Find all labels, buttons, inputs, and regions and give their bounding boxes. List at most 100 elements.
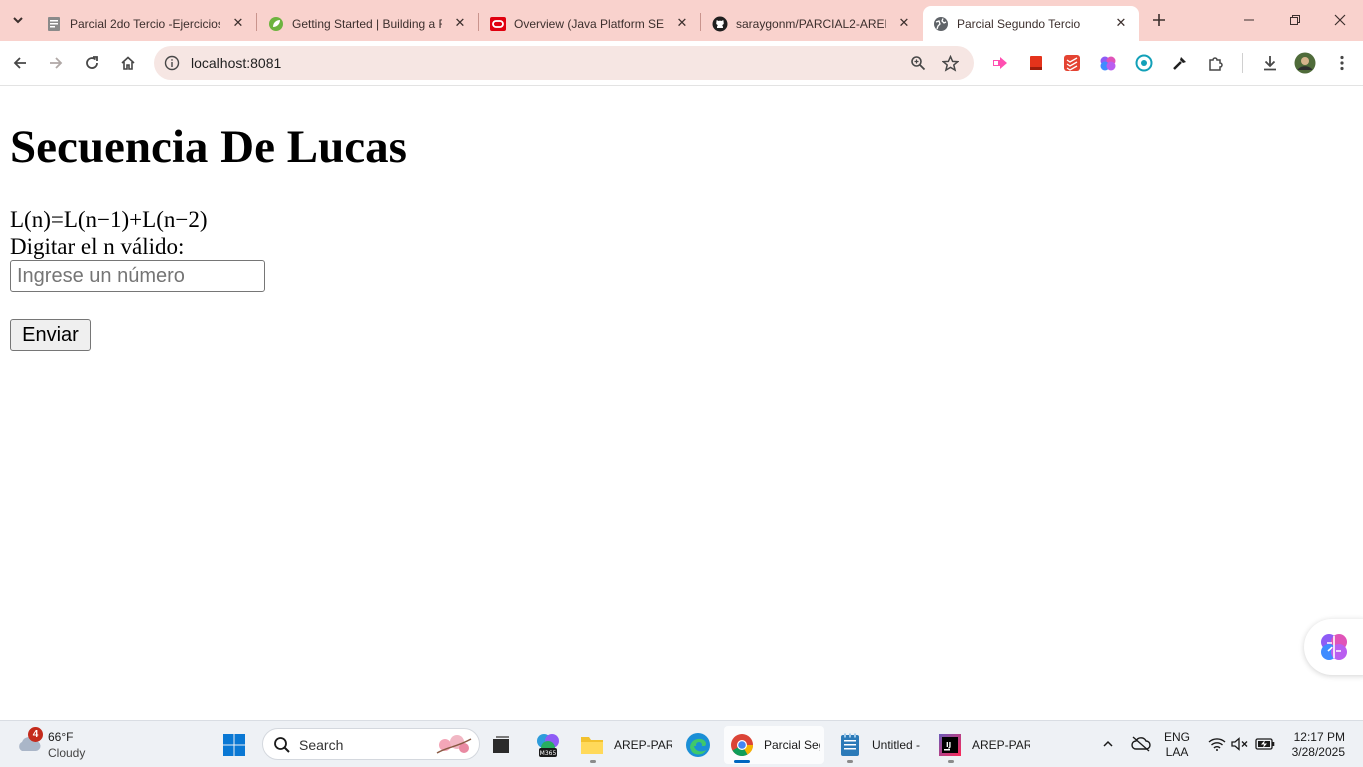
taskbar-app-label: AREP-PAR <box>972 738 1030 752</box>
globe-icon <box>933 16 949 32</box>
menu-kebab-icon[interactable] <box>1332 53 1352 73</box>
system-clock[interactable]: 12:17 PM 3/28/2025 <box>1285 730 1345 760</box>
tab-title: Parcial Segundo Tercio <box>957 16 1081 31</box>
web-page: Secuencia De Lucas L(n)=L(n−1)+L(n−2) Di… <box>0 87 1363 720</box>
home-icon <box>121 56 135 70</box>
taskbar-app-file-explorer[interactable]: AREP-PAR <box>580 726 672 764</box>
address-text[interactable]: localhost:8081 <box>191 55 281 71</box>
tab-parcial-segundo-tercio[interactable]: Parcial Segundo Tercio ✕ <box>923 6 1139 41</box>
taskbar-app-m365[interactable]: M365 <box>535 726 565 764</box>
clock-time: 12:17 PM <box>1293 730 1345 744</box>
close-icon[interactable]: ✕ <box>674 15 690 31</box>
language-code: ENG <box>1164 730 1191 744</box>
close-icon <box>1334 14 1346 26</box>
wifi-icon <box>1208 738 1226 751</box>
download-icon[interactable] <box>1260 53 1280 73</box>
zoom-icon[interactable] <box>908 53 928 73</box>
active-indicator <box>734 760 750 763</box>
reload-icon <box>86 56 98 69</box>
notification-badge: 4 <box>28 727 43 742</box>
bookmark-star-icon[interactable] <box>940 53 960 73</box>
input-label: Digitar el n válido: <box>10 234 185 259</box>
task-view-icon <box>493 736 509 753</box>
close-icon[interactable]: ✕ <box>452 15 468 31</box>
tab-parcial-2do-tercio[interactable]: Parcial 2do Tercio -Ejercicios ✕ <box>36 6 256 41</box>
reload-button[interactable] <box>78 49 106 77</box>
tab-search-button[interactable] <box>6 8 30 32</box>
notepad-icon <box>838 733 862 757</box>
restore-button[interactable] <box>1272 0 1318 40</box>
tab-github-repo[interactable]: saraygonm/PARCIAL2-AREP ✕ <box>702 6 922 41</box>
tab-java-overview[interactable]: Overview (Java Platform SE 8 ✕ <box>480 6 700 41</box>
arrow-left-icon <box>13 57 26 69</box>
close-icon[interactable]: ✕ <box>1113 15 1129 31</box>
submit-button[interactable]: Enviar <box>10 319 91 351</box>
extension-pink-arrow-icon[interactable] <box>990 53 1010 73</box>
tab-getting-started[interactable]: Getting Started | Building a R ✕ <box>258 6 478 41</box>
plus-icon <box>1153 14 1165 26</box>
clock-date: 3/28/2025 <box>1291 745 1345 759</box>
profile-avatar[interactable] <box>1294 52 1316 74</box>
close-icon[interactable]: ✕ <box>230 15 246 31</box>
taskbar-app-intellij[interactable]: IJ AREP-PAR <box>938 726 1030 764</box>
running-indicator <box>847 760 853 763</box>
toolbar-divider <box>1242 53 1243 73</box>
weather-widget[interactable]: 4 66°F Cloudy <box>14 727 104 762</box>
taskbar-app-chrome[interactable]: Parcial Seg <box>724 726 824 764</box>
chevron-down-icon <box>13 17 23 24</box>
minimize-icon <box>1244 19 1254 21</box>
extension-red-book-icon[interactable] <box>1026 53 1046 73</box>
copilot-m365-icon: M365 <box>537 734 559 757</box>
floating-ai-button[interactable] <box>1304 619 1363 675</box>
show-hidden-icons-button[interactable] <box>1098 733 1118 755</box>
svg-text:M365: M365 <box>540 750 557 757</box>
tab-title: Getting Started | Building a R <box>292 16 442 31</box>
taskbar-app-notepad[interactable]: Untitled - <box>838 726 924 764</box>
search-placeholder: Search <box>299 737 344 753</box>
taskbar-app-label: Parcial Seg <box>764 738 820 752</box>
taskbar: 4 66°F Cloudy Search M365 AREP-PAR Parci… <box>0 720 1363 767</box>
battery-status[interactable] <box>1253 733 1277 755</box>
close-window-button[interactable] <box>1317 0 1363 40</box>
new-tab-button[interactable] <box>1148 9 1170 31</box>
battery-charging-icon <box>1255 738 1275 750</box>
running-indicator <box>590 760 596 763</box>
extensions-puzzle-icon[interactable] <box>1206 53 1226 73</box>
svg-text:IJ: IJ <box>946 741 951 749</box>
tab-divider <box>256 13 257 31</box>
forward-button[interactable] <box>42 49 70 77</box>
tab-title: Parcial 2do Tercio -Ejercicios <box>70 16 220 31</box>
home-button[interactable] <box>114 49 142 77</box>
extension-chat-icon[interactable] <box>1134 53 1154 73</box>
back-button[interactable] <box>6 49 34 77</box>
start-button[interactable] <box>222 726 252 764</box>
onedrive-offline-button[interactable] <box>1129 733 1153 755</box>
site-info-icon[interactable] <box>162 53 182 73</box>
extension-eyedropper-icon[interactable] <box>1170 53 1190 73</box>
address-bar[interactable]: localhost:8081 <box>154 46 974 80</box>
extension-todoist-icon[interactable] <box>1062 53 1082 73</box>
wifi-status[interactable] <box>1206 733 1228 755</box>
cherry-blossom-icon <box>436 735 472 754</box>
tab-divider <box>700 13 701 31</box>
tab-divider <box>478 13 479 31</box>
volume-status[interactable] <box>1229 733 1251 755</box>
weather-condition: Cloudy <box>48 746 86 760</box>
close-icon[interactable]: ✕ <box>896 15 912 31</box>
chrome-icon <box>730 733 754 757</box>
intellij-icon: IJ <box>938 733 962 757</box>
tab-strip: Parcial 2do Tercio -Ejercicios ✕ Getting… <box>0 0 1363 41</box>
extension-brain-icon[interactable] <box>1098 53 1118 73</box>
task-view-button[interactable] <box>490 726 516 764</box>
brain-icon <box>1321 634 1347 660</box>
language-indicator[interactable]: ENG LAA <box>1164 730 1190 760</box>
github-icon <box>712 16 728 32</box>
running-indicator <box>948 760 954 763</box>
keyboard-layout: LAA <box>1165 745 1189 759</box>
minimize-button[interactable] <box>1226 0 1272 40</box>
edge-icon <box>686 733 710 757</box>
taskbar-app-edge[interactable] <box>685 726 715 764</box>
browser-toolbar: localhost:8081 <box>0 41 1363 86</box>
number-input[interactable] <box>10 260 265 292</box>
taskbar-search[interactable]: Search <box>262 728 480 760</box>
